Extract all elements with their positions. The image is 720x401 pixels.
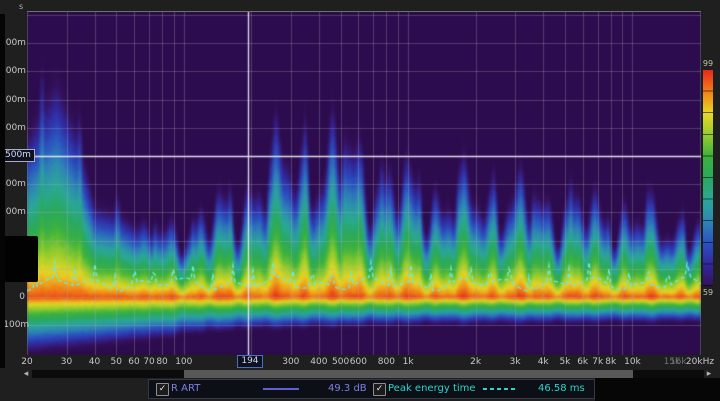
x-tick-label: 10k [610,357,654,367]
scrollbar-track[interactable] [32,370,704,378]
plot-top-border [27,11,701,12]
measurement-label: R ART [171,383,200,394]
y-axis-unit-label: s [19,2,23,11]
measurement-checkbox[interactable]: ✓ [156,383,169,396]
colorbar-max-label: 99 [699,59,717,68]
scrollbar-left-arrow-icon[interactable]: ◂ [22,369,30,379]
x-tick-label: 20 [5,357,49,367]
spectrogram-canvas[interactable] [27,12,701,355]
x-tick-label: 2k [454,357,498,367]
peak-energy-value: 46.58 ms [538,383,585,394]
colorbar-segments [703,70,713,286]
left-edge-strip [0,14,5,368]
x-tick-label: 1k [386,357,430,367]
peak-energy-line-sample [483,388,515,390]
colorbar [703,70,713,286]
measurement-level-value: 49.3 dB [328,383,367,394]
peak-energy-label: Peak energy time [388,383,476,394]
legend-bar: ✓ R ART 49.3 dB ✓ Peak energy time 46.58… [148,379,595,399]
colorbar-min-label: 59 [699,288,717,297]
black-overlay-box [0,236,38,282]
peak-energy-checkbox[interactable]: ✓ [373,383,386,396]
scrollbar-thumb[interactable] [184,370,633,378]
measurement-line-sample [263,388,299,390]
cursor-frequency-readout: 194 [237,355,262,368]
spectrogram-window: s 900m800m700m600m400m300m0-100m 2030405… [0,0,720,401]
x-tick-label: 20kHz [678,357,720,367]
bottom-right-panel [595,378,720,401]
cursor-time-readout: 500m [1,149,35,162]
x-tick-label: 100 [162,357,206,367]
